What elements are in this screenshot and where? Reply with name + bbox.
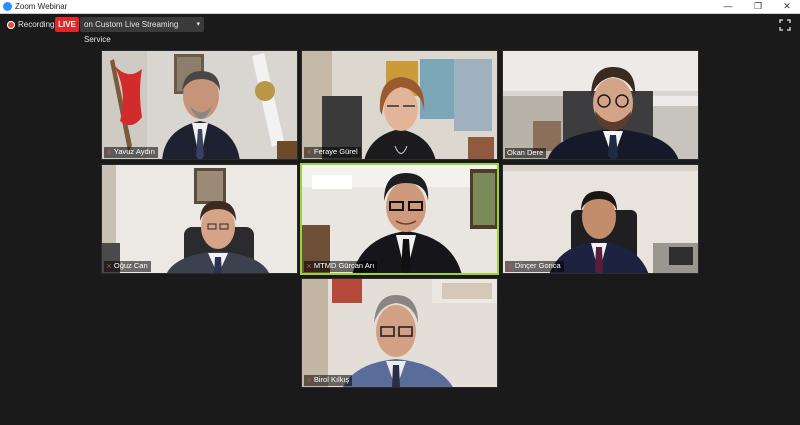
video-tile-feraye-gurel[interactable]: ⨯ Feraye Gürel [301,50,498,160]
fullscreen-icon[interactable] [779,19,791,31]
title-bar: Zoom Webinar — ❐ ✕ [0,0,800,14]
maximize-button[interactable]: ❐ [746,0,770,13]
participant-video [102,51,297,159]
zoom-app-icon [3,2,12,11]
mic-muted-icon: ⨯ [306,149,312,156]
video-tile-birol-kilkis[interactable]: ⨯ Birol Kılkış [301,278,498,388]
participant-name: Yavuz Aydın [113,147,155,156]
participant-name-plate: ⨯ Feraye Gürel [304,147,361,158]
mic-muted-icon: ⨯ [507,263,513,270]
participant-name: Dinçer Gonca [514,261,561,270]
mic-muted-icon: ⨯ [306,263,312,270]
participant-name: MTMD Gürcan Arı [313,261,375,270]
mic-muted-icon: ⨯ [106,263,112,270]
video-tile-dincer-gonca[interactable]: ⨯ Dinçer Gonca [502,164,699,274]
participant-video [302,165,497,273]
participant-name-plate: ⨯ Dinçer Gonca [505,261,564,272]
participant-video [302,279,497,387]
mic-muted-icon: ⨯ [106,149,112,156]
participant-name-plate: ⨯ Birol Kılkış [304,375,353,386]
stream-target-dropdown[interactable]: on Custom Live Streaming Service ▾ [80,17,204,44]
video-tile-yavuz-aydin[interactable]: ⨯ Yavuz Aydın [101,50,298,160]
window-title: Zoom Webinar [15,2,68,11]
participant-name-plate: ⨯ MTMD Gürcan Arı [304,261,378,272]
recording-icon [7,21,15,29]
participant-video [503,51,698,159]
close-button[interactable]: ✕ [775,0,799,13]
participant-name: Okan Dere [507,148,544,157]
participant-video [102,165,297,273]
participant-name: Oğuz Can [113,261,148,270]
participant-name: Feraye Gürel [313,147,358,156]
video-tile-gurcan-ari[interactable]: ⨯ MTMD Gürcan Arı [300,163,499,275]
minimize-button[interactable]: — [716,0,740,13]
recording-label: Recording [18,20,55,29]
mic-muted-icon: ⨯ [306,377,312,384]
participant-name-plate: ⨯ Oğuz Can [104,261,151,272]
participant-name-plate: Okan Dere [505,148,547,158]
video-tile-oguz-can[interactable]: ⨯ Oğuz Can [101,164,298,274]
participant-name-plate: ⨯ Yavuz Aydın [104,147,158,158]
video-tile-okan-dere[interactable]: Okan Dere [502,50,699,160]
live-badge[interactable]: LIVE [55,17,79,32]
participant-name: Birol Kılkış [313,375,350,384]
participant-video [302,51,497,159]
participant-video [503,165,698,273]
chevron-down-icon: ▾ [196,21,200,28]
